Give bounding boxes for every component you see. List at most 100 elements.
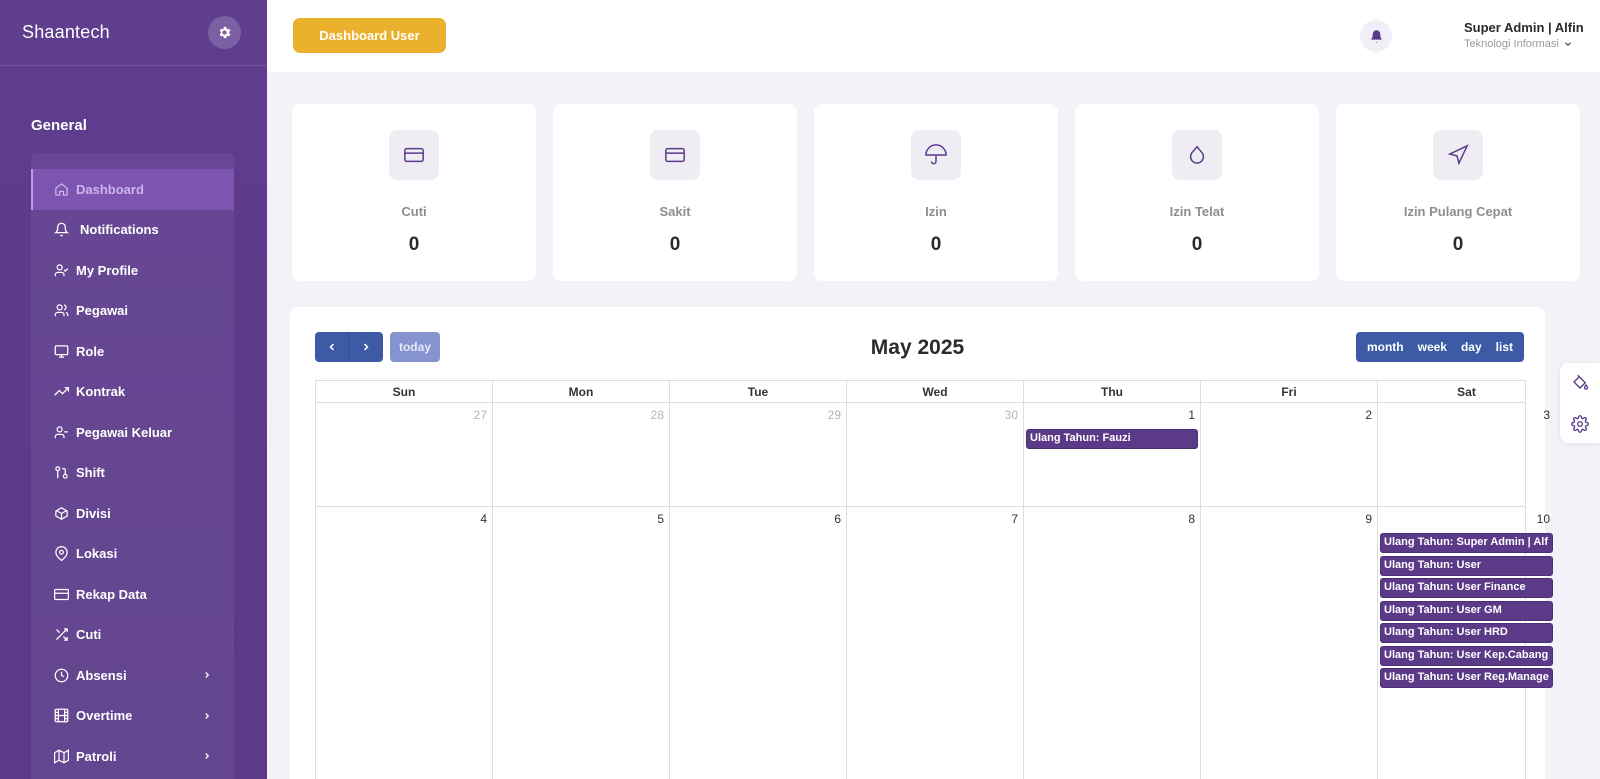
sidebar-item-pegawai-keluar[interactable]: Pegawai Keluar	[31, 412, 234, 453]
home-icon	[53, 181, 69, 197]
day-number: 27	[473, 408, 487, 422]
calendar-day[interactable]: 4	[316, 507, 493, 779]
stat-label: Izin	[925, 204, 947, 219]
view-month-button[interactable]: month	[1360, 340, 1411, 354]
sidebar-item-label: Role	[76, 343, 105, 359]
top-header: Dashboard User Super Admin | Alfin Tekno…	[267, 0, 1600, 72]
calendar-day[interactable]: 27	[316, 403, 493, 506]
git-pull-request-icon	[53, 465, 69, 481]
sidebar-item-role[interactable]: Role	[31, 331, 234, 372]
sidebar-item-overtime[interactable]: Overtime	[31, 696, 234, 737]
weekday-label: Sat	[1457, 385, 1476, 399]
calendar-day[interactable]: 5	[493, 507, 670, 779]
stat-label: Cuti	[401, 204, 427, 219]
sidebar-item-rekap-data[interactable]: Rekap Data	[31, 574, 234, 615]
calendar-event[interactable]: Ulang Tahun: Super Admin | Alf	[1380, 533, 1553, 553]
day-number: 29	[827, 408, 841, 422]
calendar-day[interactable]: 28	[493, 403, 670, 506]
notifications-button[interactable]	[1360, 20, 1392, 52]
sidebar-item-label: Overtime	[76, 708, 133, 724]
calendar-day[interactable]: 6	[670, 507, 847, 779]
sidebar-item-label: Lokasi	[76, 546, 118, 562]
credit-card-icon	[389, 130, 439, 180]
sidebar-item-my-profile[interactable]: My Profile	[31, 250, 234, 291]
weekday-header: Sun Mon Tue Wed Thu Fri Sat	[315, 380, 1526, 403]
gear-icon	[219, 26, 231, 39]
calendar-day[interactable]: 9	[1201, 507, 1378, 779]
sidebar-item-dashboard[interactable]: Dashboard	[31, 169, 234, 210]
calendar-view-switcher: month week day list	[1355, 332, 1524, 362]
day-number: 10	[1536, 512, 1550, 526]
gear-icon	[1571, 415, 1589, 433]
view-list-button[interactable]: list	[1489, 340, 1520, 354]
stat-card-izin-pulang-cepat: Izin Pulang Cepat 0	[1336, 104, 1580, 281]
calendar-day[interactable]: 1 Ulang Tahun: Fauzi	[1024, 403, 1201, 506]
stat-value: 0	[1191, 234, 1203, 255]
stat-card-izin-telat: Izin Telat 0	[1075, 104, 1319, 281]
bell-icon	[53, 222, 69, 238]
sidebar-item-kontrak[interactable]: Kontrak	[31, 372, 234, 413]
sidebar-item-patroli[interactable]: Patroli	[31, 736, 234, 777]
calendar-event[interactable]: Ulang Tahun: User	[1380, 555, 1553, 576]
chevron-down-icon	[1564, 42, 1571, 47]
calendar-day[interactable]: 10 Ulang Tahun: Super Admin | Alf Ulang …	[1378, 507, 1555, 779]
sidebar-item-label: Pegawai Keluar	[76, 424, 173, 440]
stat-label: Sakit	[659, 204, 691, 219]
day-number: 6	[834, 512, 841, 526]
day-number: 1	[1188, 408, 1195, 422]
weekday-label: Mon	[493, 381, 670, 402]
dashboard-user-button[interactable]: Dashboard User	[293, 18, 446, 53]
sidebar-item-lokasi[interactable]: Lokasi	[31, 534, 234, 575]
day-number: 2	[1365, 408, 1372, 422]
calendar-event[interactable]: Ulang Tahun: User Reg.Manage	[1380, 668, 1553, 688]
weekday-label: Sun	[316, 381, 493, 402]
sidebar-item-label: Kontrak	[76, 384, 126, 400]
calendar-event[interactable]: Ulang Tahun: User Kep.Cabang	[1380, 645, 1553, 666]
calendar-event[interactable]: Ulang Tahun: User Finance	[1380, 578, 1553, 598]
sidebar-item-label: Absensi	[76, 667, 127, 683]
view-week-button[interactable]: week	[1411, 340, 1454, 354]
calendar-event[interactable]: Ulang Tahun: User GM	[1380, 600, 1553, 621]
stat-card-izin: Izin 0	[814, 104, 1058, 281]
sidebar-item-cuti[interactable]: Cuti	[31, 615, 234, 656]
chevron-right-icon	[202, 749, 212, 764]
stat-label: Izin Telat	[1169, 204, 1225, 219]
users-icon	[53, 303, 69, 319]
theme-customizer-button[interactable]	[1571, 373, 1589, 391]
calendar-day[interactable]: 30	[847, 403, 1024, 506]
sidebar-item-notifications[interactable]: Notifications	[31, 210, 234, 251]
monitor-icon	[53, 343, 69, 359]
sidebar-item-label: My Profile	[76, 262, 139, 278]
user-menu[interactable]: Super Admin | Alfin Teknologi Informasi	[1464, 20, 1584, 50]
stat-value: 0	[930, 234, 942, 255]
calendar-day[interactable]: 2	[1201, 403, 1378, 506]
settings-button[interactable]	[208, 16, 241, 49]
sidebar-item-label: Patroli	[76, 748, 117, 764]
sidebar: Shaantech General Dashboard Notification…	[0, 0, 267, 779]
calendar-event[interactable]: Ulang Tahun: Fauzi	[1026, 429, 1198, 449]
day-number: 4	[480, 512, 487, 526]
paint-bucket-icon	[1573, 374, 1589, 390]
sidebar-item-label: Divisi	[76, 505, 111, 521]
sidebar-item-shift[interactable]: Shift	[31, 453, 234, 494]
sidebar-item-absensi[interactable]: Absensi	[31, 655, 234, 696]
settings-gear-button[interactable]	[1571, 415, 1589, 433]
view-day-button[interactable]: day	[1454, 340, 1489, 354]
brand-logo-text: Shaantech	[22, 22, 110, 42]
day-number: 8	[1188, 512, 1195, 526]
stat-card-sakit: Sakit 0	[553, 104, 797, 281]
weekday-label: Tue	[670, 381, 847, 402]
user-check-icon	[53, 262, 69, 278]
calendar-day[interactable]: 8	[1024, 507, 1201, 779]
calendar-event[interactable]: Ulang Tahun: User HRD	[1380, 623, 1553, 643]
clock-icon	[53, 667, 69, 683]
calendar-day[interactable]: 3	[1378, 403, 1555, 506]
stat-value: 0	[669, 234, 681, 255]
user-minus-icon	[53, 424, 69, 440]
sidebar-item-pegawai[interactable]: Pegawai	[31, 291, 234, 332]
calendar-day[interactable]: 7	[847, 507, 1024, 779]
sidebar-item-divisi[interactable]: Divisi	[31, 493, 234, 534]
sidebar-item-label: Notifications	[80, 222, 159, 238]
calendar-day[interactable]: 29	[670, 403, 847, 506]
map-icon	[53, 748, 69, 764]
